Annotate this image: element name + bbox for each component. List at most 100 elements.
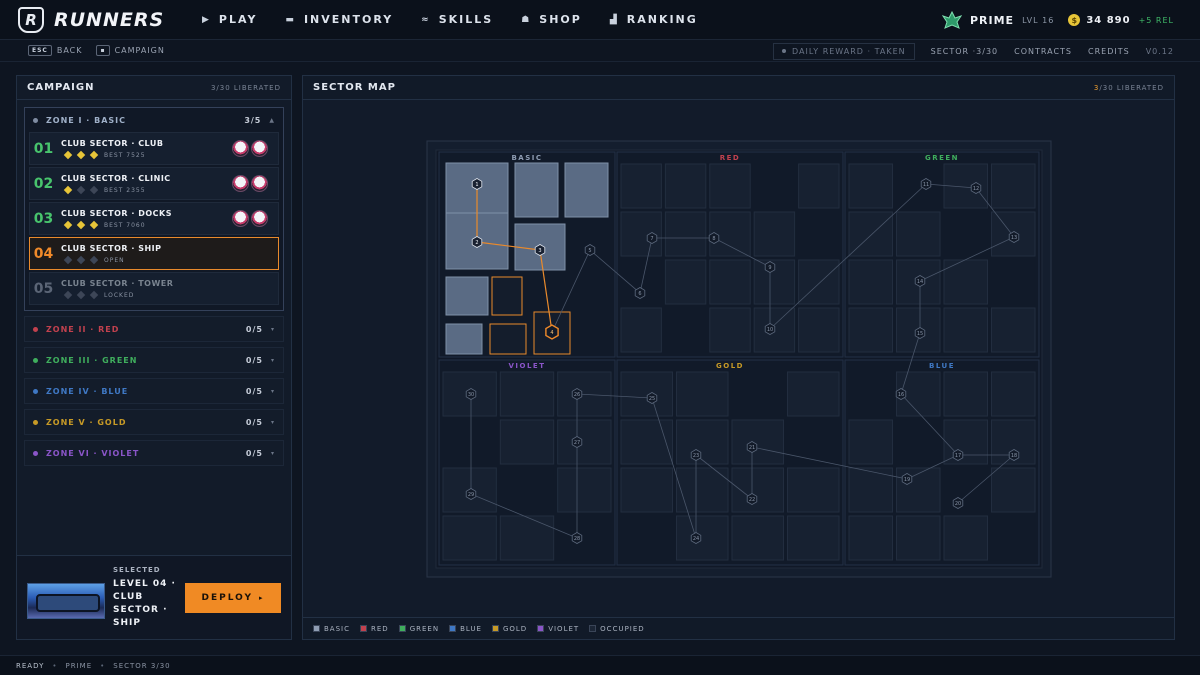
room-tile: [943, 371, 988, 417]
map-node[interactable]: 14: [914, 275, 926, 287]
map-node[interactable]: 9: [764, 261, 776, 273]
room-tile: [848, 307, 893, 353]
zone-item[interactable]: ZONE IV · BLUE 0/5 ▾: [24, 378, 284, 404]
level-meta: BEST 2355: [104, 186, 146, 194]
node-label: 13: [1011, 235, 1017, 241]
room-tile: [991, 371, 1036, 417]
map-area: BASIC RED GREEN VIOLET GOLD BLUE 1 2 3 4 5 6 7 8 9 10 11…: [303, 100, 1174, 618]
campaign-key: ▪: [96, 45, 110, 56]
map-node[interactable]: 21: [746, 441, 758, 453]
node-label: 26: [574, 392, 580, 398]
skull-icon: [251, 210, 268, 227]
rel-value: +5 REL: [1138, 15, 1174, 25]
map-node[interactable]: 30: [465, 388, 477, 400]
node-label: 11: [923, 182, 929, 188]
level-meta: OPEN: [104, 256, 125, 264]
play-icon: ▶: [202, 14, 211, 25]
nav-inventory[interactable]: ▬ INVENTORY: [285, 13, 393, 26]
zone-count: 0/5: [245, 386, 263, 396]
map-node[interactable]: 10: [764, 323, 776, 335]
deploy-button[interactable]: DEPLOY ▸: [185, 582, 281, 613]
star-diamond-icon: [63, 255, 73, 265]
basic-room[interactable]: [489, 323, 527, 355]
map-node[interactable]: 19: [901, 473, 913, 485]
contracts-link[interactable]: CONTRACTS: [1014, 47, 1072, 56]
level-item[interactable]: 03 CLUB SECTOR · DOCKS BEST 7060: [29, 202, 279, 235]
node-label: 28: [574, 536, 580, 542]
legend-item: VIOLET: [537, 625, 579, 633]
node-label: 4: [550, 330, 553, 336]
basic-room[interactable]: [514, 162, 559, 218]
map-node[interactable]: 18: [1008, 449, 1020, 461]
node-label: 10: [767, 327, 773, 333]
level-item[interactable]: 04 CLUB SECTOR · SHIP OPEN: [29, 237, 279, 270]
zone-item[interactable]: ZONE II · RED 0/5 ▾: [24, 316, 284, 342]
node-label: 1: [475, 182, 478, 188]
skull-icon: [232, 175, 249, 192]
zone-item[interactable]: ZONE III · GREEN 0/5 ▾: [24, 347, 284, 373]
map-node[interactable]: 7: [646, 232, 658, 244]
back-button[interactable]: ESC BACK: [28, 45, 82, 56]
map-node[interactable]: 26: [571, 388, 583, 400]
map-node[interactable]: 28: [571, 532, 583, 544]
player-name[interactable]: PRIME: [970, 14, 1014, 27]
credits-link[interactable]: CREDITS: [1088, 47, 1130, 56]
map-node[interactable]: 27: [571, 436, 583, 448]
legend-swatch: [537, 625, 545, 632]
map-node[interactable]: 17: [952, 449, 964, 461]
zone-item[interactable]: ZONE VI · VIOLET 0/5 ▾: [24, 440, 284, 466]
nav-skills[interactable]: ≈ SKILLS: [421, 13, 493, 26]
map-node[interactable]: 3: [534, 244, 546, 256]
map-node[interactable]: 1: [471, 178, 483, 190]
basic-room[interactable]: [445, 323, 483, 355]
map-node[interactable]: 8: [708, 232, 720, 244]
map-node[interactable]: 22: [746, 493, 758, 505]
logo[interactable]: R RUNNERS: [18, 6, 188, 33]
map-node[interactable]: 15: [914, 327, 926, 339]
level-item[interactable]: 05 CLUB SECTOR · TOWER LOCKED: [29, 272, 279, 305]
map-node[interactable]: 12: [970, 182, 982, 194]
zone-item[interactable]: ZONE V · GOLD 0/5 ▾: [24, 409, 284, 435]
star-diamond-icon: [63, 185, 73, 195]
coin-icon: $: [1068, 14, 1081, 26]
node-label: 3: [538, 248, 541, 254]
level-item[interactable]: 01 CLUB SECTOR · CLUB BEST 7525: [29, 132, 279, 165]
map-node[interactable]: 23: [690, 449, 702, 461]
nav-ranking[interactable]: ▟ RANKING: [610, 13, 698, 26]
level-item[interactable]: 02 CLUB SECTOR · CLINIC BEST 2355: [29, 167, 279, 200]
basic-room[interactable]: [445, 276, 489, 316]
sector-map[interactable]: BASIC RED GREENVIOLET GOLD BLUE1234567 891011…: [303, 100, 1174, 618]
map-node[interactable]: 2: [471, 236, 483, 248]
map-node[interactable]: 25: [646, 392, 658, 404]
basic-room[interactable]: [564, 162, 609, 218]
legend-label: OCCUPIED: [600, 624, 645, 633]
daily-reward-badge[interactable]: DAILY REWARD · TAKEN: [773, 42, 915, 60]
map-count: 3/30 LIBERATED: [1093, 83, 1164, 92]
region-label: GOLD: [716, 362, 744, 370]
map-node[interactable]: 11: [920, 178, 932, 190]
map-node[interactable]: 5: [584, 244, 596, 256]
legend-item: OCCUPIED: [589, 625, 645, 633]
star-diamond-icon: [76, 185, 86, 195]
zone-header-basic[interactable]: ZONE I · BASIC 3/5 ▲: [25, 108, 283, 132]
map-node[interactable]: 6: [634, 287, 646, 299]
region-label: VIOLET: [509, 362, 546, 370]
nav-shop[interactable]: ☗ SHOP: [521, 13, 582, 26]
level-meta: BEST 7525: [104, 151, 146, 159]
node-label: 7: [650, 236, 653, 242]
basic-room[interactable]: [491, 276, 523, 316]
map-node[interactable]: 16: [895, 388, 907, 400]
legend-label: GOLD: [502, 624, 528, 633]
campaign-breadcrumb[interactable]: ▪ CAMPAIGN: [96, 45, 164, 56]
zone-count: 0/5: [245, 448, 263, 458]
map-node[interactable]: 24: [690, 532, 702, 544]
map-node[interactable]: 20: [952, 497, 964, 509]
nav-play[interactable]: ▶ PLAY: [202, 13, 257, 26]
legend-item: GREEN: [398, 625, 439, 633]
room-tile: [991, 307, 1036, 353]
map-node[interactable]: 4: [545, 324, 559, 340]
map-node[interactable]: 13: [1008, 231, 1020, 243]
level-name: CLUB SECTOR · DOCKS: [61, 208, 172, 218]
room-tile: [787, 515, 840, 561]
map-node[interactable]: 29: [465, 488, 477, 500]
